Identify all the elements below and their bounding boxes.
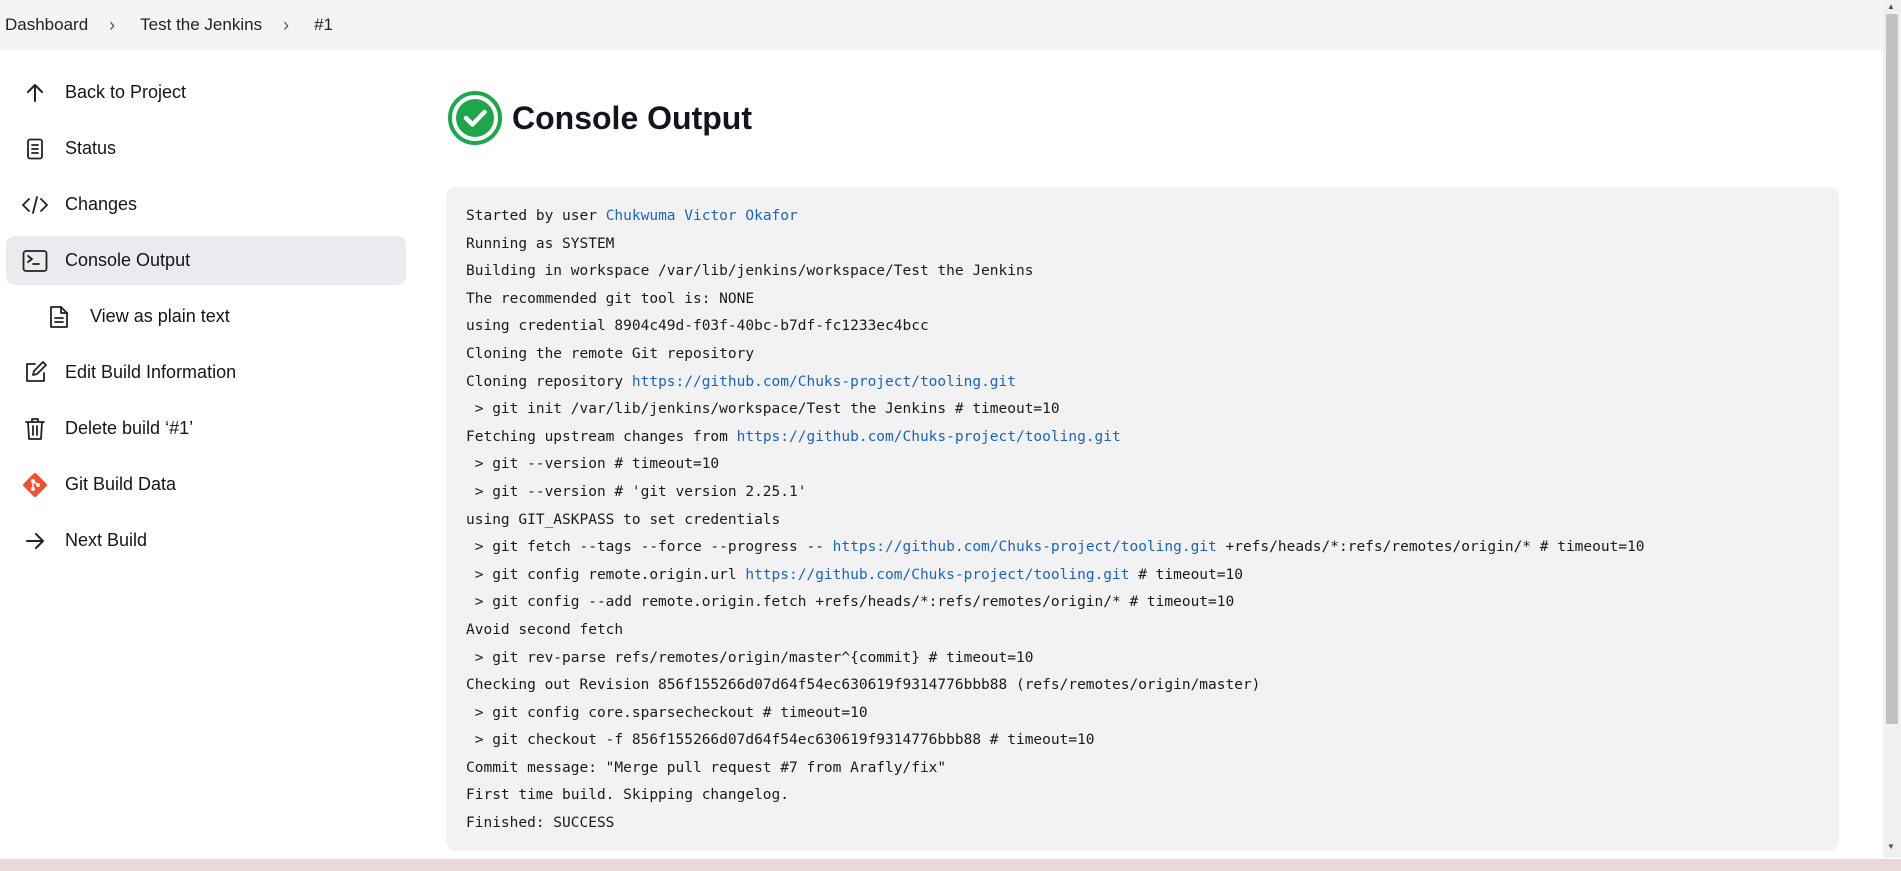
sidebar-item-next-build[interactable]: Next Build: [6, 516, 406, 565]
console-text: Cloning the remote Git repository: [466, 345, 755, 362]
console-line: > git config core.sparsecheckout # timeo…: [466, 700, 1819, 728]
console-line: Started by user Chukwuma Victor Okafor: [466, 203, 1819, 231]
console-text: > git init /var/lib/jenkins/workspace/Te…: [466, 401, 1060, 418]
console-line: Fetching upstream changes from https://g…: [466, 424, 1819, 452]
console-text: > git checkout -f 856f155266d07d64f54ec6…: [466, 732, 1095, 749]
edit-icon: [21, 359, 49, 387]
console-text: First time build. Skipping changelog.: [466, 787, 790, 804]
console-text: > git --version # timeout=10: [466, 456, 720, 473]
main-content: Console Output: [447, 90, 752, 146]
console-text: Running as SYSTEM: [466, 235, 615, 252]
trash-icon: [21, 415, 49, 443]
file-text-icon: [45, 303, 73, 331]
console-text: > git rev-parse refs/remotes/origin/mast…: [466, 649, 1034, 666]
console-line: using GIT_ASKPASS to set credentials: [466, 507, 1819, 535]
console-line: First time build. Skipping changelog.: [466, 782, 1819, 810]
sidebar-item-edit-build-information[interactable]: Edit Build Information: [6, 348, 406, 397]
console-link[interactable]: https://github.com/Chuks-project/tooling…: [833, 539, 1217, 555]
console-link[interactable]: https://github.com/Chuks-project/tooling…: [632, 374, 1016, 390]
console-text: using GIT_ASKPASS to set credentials: [466, 511, 781, 528]
console-text: > git fetch --tags --force --progress --: [466, 539, 833, 556]
console-line: > git rev-parse refs/remotes/origin/mast…: [466, 645, 1819, 673]
console-line: Commit message: "Merge pull request #7 f…: [466, 755, 1819, 783]
sidebar-item-back-to-project[interactable]: Back to Project: [6, 68, 406, 117]
console-text: > git --version # 'git version 2.25.1': [466, 483, 807, 500]
console-line: Running as SYSTEM: [466, 231, 1819, 259]
console-line: Cloning the remote Git repository: [466, 341, 1819, 369]
document-icon: [21, 135, 49, 163]
sidebar-item-label: Back to Project: [65, 82, 187, 102]
console-output: Started by user Chukwuma Victor Okafor Ru…: [446, 187, 1839, 851]
sidebar-item-label: Status: [65, 138, 117, 158]
breadcrumb-dashboard[interactable]: Dashboard: [0, 15, 92, 35]
code-icon: [21, 191, 49, 219]
console-line: Avoid second fetch: [466, 617, 1819, 645]
console-text: > git config remote.origin.url: [466, 566, 746, 583]
console-line: > git init /var/lib/jenkins/workspace/Te…: [466, 396, 1819, 424]
git-icon: [21, 471, 49, 499]
scroll-down-arrow-icon[interactable]: ▼: [1887, 842, 1895, 851]
page-heading: Console Output: [447, 90, 752, 146]
console-text: Started by user: [466, 208, 606, 224]
sidebar-item-console-output[interactable]: Console Output: [6, 236, 406, 285]
breadcrumb-project[interactable]: Test the Jenkins: [135, 15, 266, 35]
scrollbar-thumb[interactable]: [1886, 14, 1898, 724]
console-line: Finished: SUCCESS: [466, 810, 1819, 838]
console-line: Building in workspace /var/lib/jenkins/w…: [466, 258, 1819, 286]
chevron-right-icon: ›: [109, 14, 116, 35]
console-line: The recommended git tool is: NONE: [466, 286, 1819, 314]
sidebar-item-label: View as plain text: [90, 306, 230, 326]
console-text: Finished: SUCCESS: [466, 815, 615, 832]
breadcrumb-bar: Dashboard › Test the Jenkins › #1: [0, 0, 1883, 50]
console-line: Cloning repository https://github.com/Ch…: [466, 369, 1819, 397]
console-line: > git --version # 'git version 2.25.1': [466, 479, 1819, 507]
scroll-up-arrow-icon[interactable]: ▲: [1887, 2, 1895, 11]
sidebar-item-label: Git Build Data: [65, 474, 177, 494]
console-line: using credential 8904c49d-f03f-40bc-b7df…: [466, 313, 1819, 341]
sidebar: Back to Project Status Changes Console O…: [6, 68, 406, 572]
console-link[interactable]: https://github.com/Chuks-project/tooling…: [737, 429, 1121, 445]
arrow-right-icon: [21, 527, 49, 555]
console-link[interactable]: Chukwuma Victor Okafor: [606, 208, 798, 224]
console-text: Cloning repository: [466, 373, 632, 390]
sidebar-item-label: Delete build ‘#1’: [65, 418, 194, 438]
console-text: # timeout=10: [1129, 566, 1243, 583]
console-line: > git config remote.origin.url https://g…: [466, 562, 1819, 590]
console-text: Fetching upstream changes from: [466, 428, 737, 445]
console-text: > git config core.sparsecheckout # timeo…: [466, 704, 868, 721]
sidebar-item-git-build-data[interactable]: Git Build Data: [6, 460, 406, 509]
console-text: Avoid second fetch: [466, 621, 624, 638]
page-title: Console Output: [512, 99, 752, 136]
console-link[interactable]: https://github.com/Chuks-project/tooling…: [745, 567, 1129, 583]
console-text: +refs/heads/*:refs/remotes/origin/* # ti…: [1216, 539, 1645, 556]
sidebar-item-label: Edit Build Information: [65, 362, 237, 382]
arrow-up-icon: [21, 79, 49, 107]
console-line: > git config --add remote.origin.fetch +…: [466, 589, 1819, 617]
sidebar-item-label: Next Build: [65, 530, 148, 550]
console-line: Checking out Revision 856f155266d07d64f5…: [466, 672, 1819, 700]
sidebar-item-label: Console Output: [65, 250, 191, 270]
vertical-scrollbar[interactable]: ▲ ▼: [1883, 0, 1901, 858]
console-line: > git checkout -f 856f155266d07d64f54ec6…: [466, 727, 1819, 755]
os-taskbar-strip: [0, 859, 1901, 871]
console-text: Commit message: "Merge pull request #7 f…: [466, 759, 947, 776]
breadcrumb-build[interactable]: #1: [309, 15, 337, 35]
sidebar-item-label: Changes: [65, 194, 138, 214]
console-text: using credential 8904c49d-f03f-40bc-b7df…: [466, 318, 929, 335]
chevron-right-icon: ›: [283, 14, 290, 35]
sidebar-item-delete-build[interactable]: Delete build ‘#1’: [6, 404, 406, 453]
console-text: The recommended git tool is: NONE: [466, 290, 755, 307]
console-text: > git config --add remote.origin.fetch +…: [466, 594, 1235, 611]
sidebar-item-changes[interactable]: Changes: [6, 180, 406, 229]
console-text: Building in workspace /var/lib/jenkins/w…: [466, 263, 1034, 280]
success-check-icon: [448, 91, 502, 145]
sidebar-item-status[interactable]: Status: [6, 124, 406, 173]
sidebar-item-view-plain-text[interactable]: View as plain text: [6, 292, 406, 341]
console-line: > git --version # timeout=10: [466, 451, 1819, 479]
terminal-icon: [21, 247, 49, 275]
console-text: Checking out Revision 856f155266d07d64f5…: [466, 677, 1261, 694]
console-line: > git fetch --tags --force --progress --…: [466, 534, 1819, 562]
